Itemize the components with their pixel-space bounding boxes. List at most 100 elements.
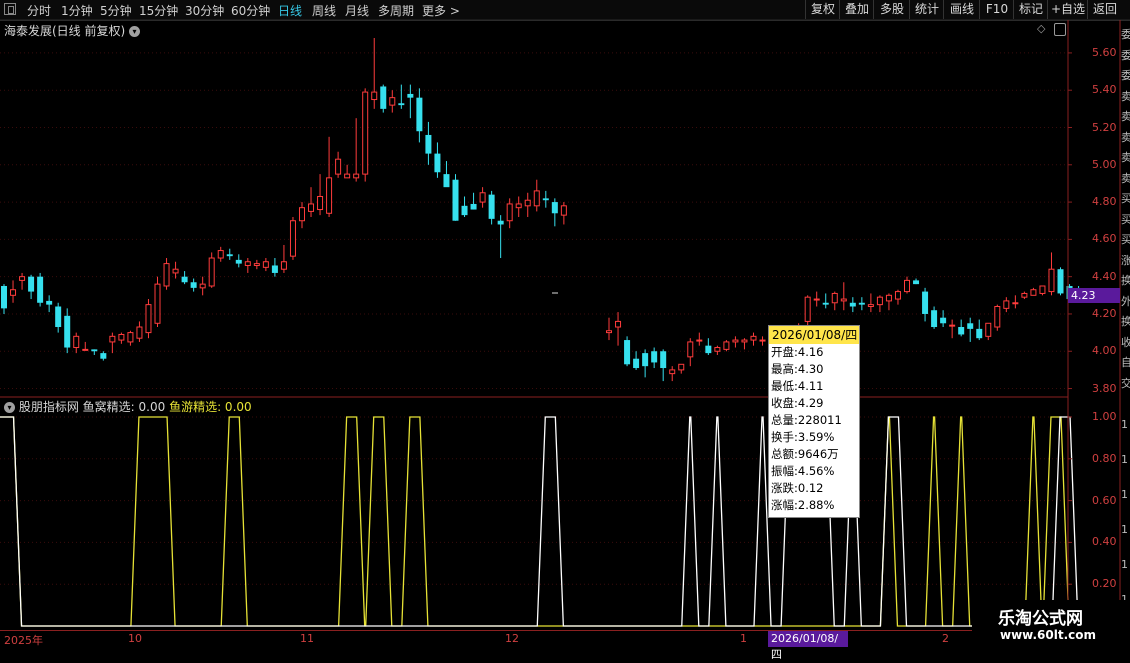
candle-body xyxy=(678,363,685,371)
candle xyxy=(109,332,116,354)
candle xyxy=(452,174,459,221)
candle-body xyxy=(1021,292,1028,298)
candle-body xyxy=(64,315,71,348)
candle xyxy=(759,336,766,346)
x-label: 10 xyxy=(128,632,142,645)
candle-body xyxy=(308,203,315,212)
candle-body xyxy=(696,339,703,342)
candle xyxy=(651,347,658,369)
candle xyxy=(271,258,278,277)
candle-body xyxy=(913,280,920,285)
strip-char: 买 xyxy=(1121,212,1130,226)
candle xyxy=(606,317,613,341)
candle-body xyxy=(615,320,622,328)
candle-body xyxy=(551,202,558,214)
candle xyxy=(470,192,477,210)
candle xyxy=(163,258,170,290)
strip-char: 交 xyxy=(1121,376,1130,390)
candle xyxy=(118,332,125,344)
candle-body xyxy=(660,351,667,369)
candle-body xyxy=(199,283,206,289)
candle-body xyxy=(669,369,676,375)
candle-body xyxy=(317,195,324,211)
candle xyxy=(190,278,197,292)
candle-body xyxy=(624,340,631,365)
candle xyxy=(1030,287,1037,296)
candle xyxy=(687,338,694,367)
candle-body xyxy=(407,93,414,98)
candle-body xyxy=(894,291,901,300)
candle xyxy=(244,258,251,273)
strip-char: 收 xyxy=(1121,335,1130,349)
candle xyxy=(994,304,1001,331)
candle-body xyxy=(55,306,62,328)
candle-body xyxy=(606,330,613,334)
candle xyxy=(353,118,360,182)
candle-body xyxy=(560,205,567,216)
candle xyxy=(533,179,540,212)
price-tick-label: 5.60 xyxy=(1092,45,1117,59)
indicator-name: 股朋指标网 xyxy=(18,400,79,414)
candle-body xyxy=(515,203,522,209)
candle-body xyxy=(271,265,278,273)
candle-body xyxy=(253,263,260,266)
candle xyxy=(479,187,486,208)
candle xyxy=(317,174,324,216)
candle xyxy=(380,84,387,113)
x-label: 11 xyxy=(300,632,314,645)
candle-body xyxy=(831,292,838,304)
candle xyxy=(615,312,622,346)
candle-body xyxy=(181,276,188,283)
last-price-tag: 4.23 xyxy=(1068,288,1120,303)
candle xyxy=(542,190,549,208)
candle xyxy=(1021,291,1028,300)
strip-char: 换 xyxy=(1121,274,1130,287)
candle xyxy=(181,271,188,285)
candle-body xyxy=(885,294,892,302)
candle-body xyxy=(280,261,287,270)
strip-char: 卖 xyxy=(1121,110,1130,123)
tooltip-volume: 总量:228011 xyxy=(771,413,842,427)
candle-body xyxy=(858,302,865,305)
candle-body xyxy=(163,263,170,287)
candle-body xyxy=(136,326,143,339)
candle xyxy=(705,338,712,355)
strip-char: 买 xyxy=(1121,192,1130,205)
candle-body xyxy=(335,158,342,175)
candle xyxy=(1,284,7,314)
strip-char: 委 xyxy=(1121,48,1130,62)
candle xyxy=(922,287,929,322)
candle xyxy=(298,202,305,229)
candle xyxy=(940,310,947,328)
candle-body xyxy=(425,134,432,154)
strip-char: 1 xyxy=(1121,558,1128,571)
tooltip-turnover: 换手:3.59% xyxy=(771,430,835,444)
dropdown-icon[interactable]: ▾ xyxy=(4,402,15,413)
candle xyxy=(1003,297,1010,313)
candle-body xyxy=(109,335,116,343)
strip-char: 1 xyxy=(1121,453,1128,466)
candle xyxy=(849,297,856,313)
candle-body xyxy=(461,205,468,216)
candle-body xyxy=(154,283,161,324)
candle-body xyxy=(1030,289,1037,296)
price-tick-label: 4.20 xyxy=(1092,306,1117,320)
candle xyxy=(398,84,405,109)
candle xyxy=(226,248,233,260)
candle xyxy=(822,293,829,309)
candle-body xyxy=(497,220,504,225)
candle xyxy=(985,322,992,341)
candle xyxy=(145,299,152,339)
strip-char: 买 xyxy=(1121,233,1130,246)
candle xyxy=(280,244,287,273)
x-label: 2 xyxy=(942,632,949,645)
candle xyxy=(885,293,892,311)
candle-body xyxy=(479,192,486,203)
candle xyxy=(416,88,423,143)
strip-char: 换 xyxy=(1121,315,1130,328)
candle-body xyxy=(326,177,333,214)
candle xyxy=(389,90,396,113)
strip-char: 卖 xyxy=(1121,171,1130,185)
candle xyxy=(876,295,883,313)
candle-body xyxy=(813,298,820,301)
